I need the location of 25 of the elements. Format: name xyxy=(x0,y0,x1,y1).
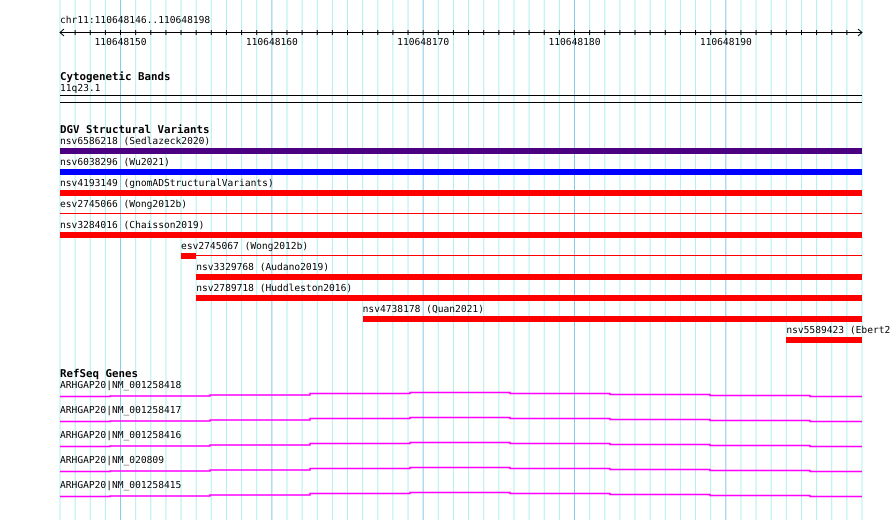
feature-label: nsv4738178 (Quan2021) xyxy=(362,304,484,316)
feature-label: nsv3329768 (Audano2019) xyxy=(196,262,330,274)
feature-label: nsv4193149 (gnomADStructuralVariants) xyxy=(60,178,274,190)
location-label: chr11:110648146..110648198 xyxy=(60,15,210,27)
track-title: Cytogenetic Bands xyxy=(60,71,171,83)
tick-label: 110648170 xyxy=(397,37,450,48)
feature-label: nsv6586218 (Sedlazeck2020) xyxy=(60,136,210,148)
gene-label: ARHGAP20|NM_001258416 xyxy=(60,430,182,442)
feature-label: nsv6038296 (Wu2021) xyxy=(60,157,170,169)
tick-label: 110648160 xyxy=(246,37,298,48)
band-label: 11q23.1 xyxy=(60,83,100,95)
track-title: DGV Structural Variants xyxy=(60,124,210,136)
tick-label: 110648190 xyxy=(700,37,752,48)
tick-label: 110648150 xyxy=(94,37,147,48)
feature-label: nsv2789718 (Huddleston2016) xyxy=(196,283,352,295)
track-title: RefSeq Genes xyxy=(60,368,138,380)
gene-label: ARHGAP20|NM_001258417 xyxy=(60,405,182,417)
tick-label: 110648180 xyxy=(548,37,600,48)
gene-label: ARHGAP20|NM_001258415 xyxy=(60,480,182,492)
feature-label: esv2745066 (Wong2012b) xyxy=(60,199,188,211)
gene-label: ARHGAP20|NM_001258418 xyxy=(60,380,182,392)
feature-label: nsv3284016 (Chaisson2019) xyxy=(60,220,204,232)
feature-label: esv2745067 (Wong2012b) xyxy=(181,241,308,253)
feature-label: nsv5589423 (Ebert2 xyxy=(786,325,890,337)
gene-label: ARHGAP20|NM_020809 xyxy=(60,455,164,467)
